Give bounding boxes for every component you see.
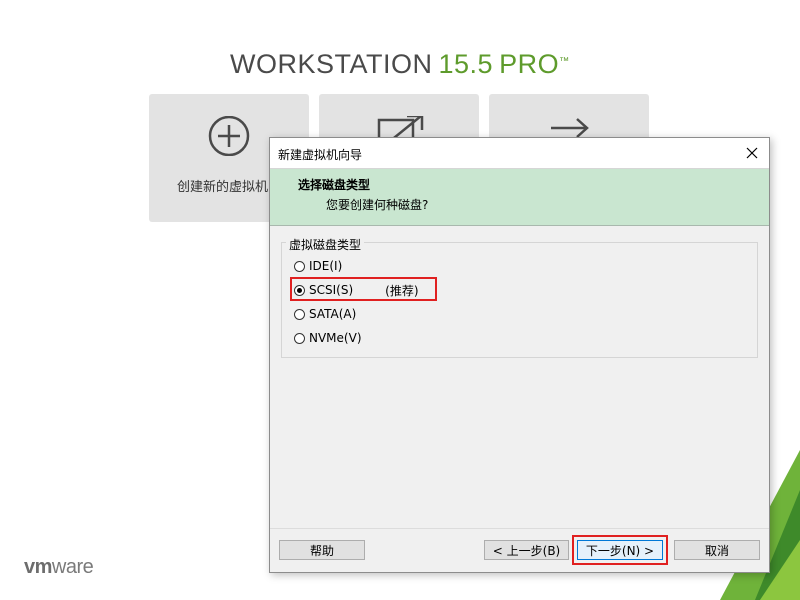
radio-sata-button[interactable] [294, 308, 305, 320]
wizard-step-title: 选择磁盘类型 [298, 178, 371, 192]
radio-nvme[interactable]: NVMe(V) [294, 329, 362, 347]
radio-ide[interactable]: IDE(I) [294, 257, 342, 275]
wizard-step-subtitle: 您要创建何种磁盘? [326, 198, 429, 212]
radio-nvme-button[interactable] [294, 332, 305, 344]
next-highlight-box [572, 535, 668, 565]
product-title: WORKSTATION 15.5 PRO™ [230, 46, 570, 82]
radio-sata[interactable]: SATA(A) [294, 305, 356, 323]
new-vm-wizard-dialog: 新建虚拟机向导 选择磁盘类型 您要创建何种磁盘? 虚拟磁盘类型 IDE(I) S… [269, 137, 770, 573]
close-icon[interactable] [741, 142, 763, 164]
footer-divider [270, 528, 769, 529]
help-button[interactable]: 帮助 [279, 540, 365, 560]
trademark-symbol: ™ [559, 56, 570, 67]
radio-nvme-label: NVMe(V) [309, 331, 362, 345]
vmware-logo: vmware [24, 556, 94, 578]
radio-ide-label: IDE(I) [309, 259, 343, 273]
product-edition: PRO [499, 49, 560, 79]
product-name: WORKSTATION [230, 49, 433, 79]
scsi-highlight-box [290, 277, 437, 301]
radio-ide-button[interactable] [294, 260, 305, 272]
back-button[interactable]: < 上一步(B) [484, 540, 569, 560]
radio-sata-label: SATA(A) [309, 307, 357, 321]
dialog-titlebar[interactable]: 新建虚拟机向导 [270, 138, 769, 168]
product-version: 15.5 [438, 49, 494, 79]
wizard-header: 选择磁盘类型 您要创建何种磁盘? [270, 168, 769, 226]
create-vm-label: 创建新的虚拟机 [177, 180, 269, 195]
dialog-title: 新建虚拟机向导 [278, 148, 363, 162]
disk-type-group-label: 虚拟磁盘类型 [286, 236, 365, 253]
cancel-button[interactable]: 取消 [674, 540, 760, 560]
